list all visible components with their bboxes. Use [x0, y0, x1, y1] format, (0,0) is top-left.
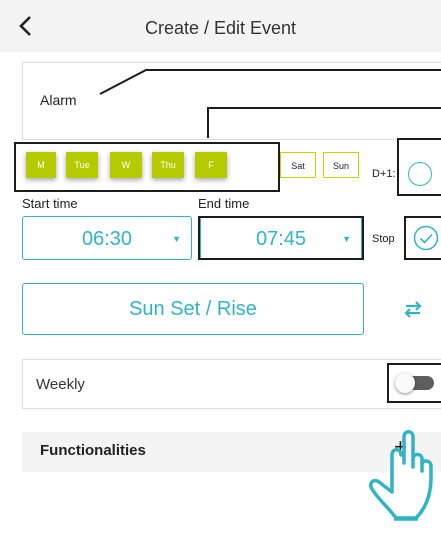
stop-check-icon[interactable]	[413, 225, 439, 251]
end-time-label: End time	[198, 196, 250, 211]
functionalities-label: Functionalities	[40, 442, 146, 459]
day-button-thu[interactable]: Thu	[152, 152, 184, 178]
pointer-hand-icon	[368, 430, 433, 521]
start-time-select[interactable]: 06:30 ▼	[22, 216, 192, 260]
day-button-wed[interactable]: W	[110, 152, 142, 178]
day-button-tue[interactable]: Tue	[66, 152, 98, 178]
sun-set-rise-button[interactable]: Sun Set / Rise	[22, 283, 364, 335]
end-time-highlight	[198, 216, 364, 260]
dropdown-caret-icon: ▼	[172, 234, 181, 244]
swap-icon[interactable]	[402, 298, 424, 320]
callout-lines	[99, 69, 441, 138]
stop-label: Stop	[372, 233, 395, 245]
start-time-label: Start time	[22, 196, 78, 211]
page-title: Create / Edit Event	[144, 18, 297, 38]
dplus-checkbox[interactable]	[408, 162, 432, 186]
day-button-fri[interactable]: F	[195, 152, 227, 178]
day-button-mon[interactable]: M	[26, 152, 56, 178]
dplus-label: D+1:	[372, 168, 396, 180]
day-button-sat[interactable]: Sat	[280, 152, 316, 178]
weekly-label: Weekly	[36, 376, 85, 393]
weekly-toggle-knob[interactable]	[395, 373, 415, 393]
day-button-sun[interactable]: Sun	[323, 152, 359, 178]
start-time-value: 06:30	[81, 228, 133, 250]
event-name-value: Alarm	[40, 92, 77, 108]
